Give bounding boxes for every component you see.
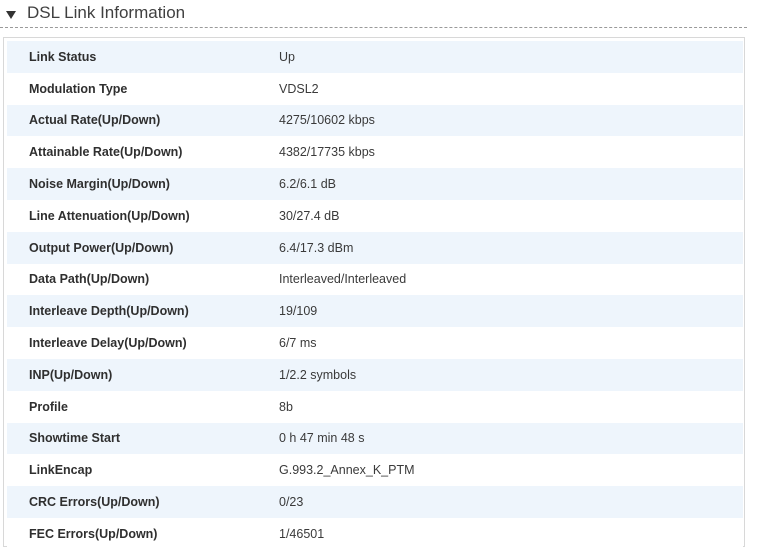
row-label: Showtime Start: [29, 431, 120, 446]
row-value: 6.2/6.1 dB: [279, 177, 336, 192]
row-label: Line Attenuation(Up/Down): [29, 208, 190, 223]
row-label: Interleave Delay(Up/Down): [29, 336, 187, 351]
row-value: Interleaved/Interleaved: [279, 272, 407, 287]
row-value: VDSL2: [279, 81, 319, 96]
row-label: Profile: [29, 399, 68, 414]
table-row: Output Power(Up/Down) 6.4/17.3 dBm: [7, 231, 743, 264]
row-value: Up: [279, 49, 295, 64]
row-value: 1/46501: [279, 526, 325, 541]
triangle-down-icon[interactable]: [5, 9, 17, 21]
row-value: 6/7 ms: [279, 336, 317, 351]
row-value: 19/109: [279, 304, 318, 319]
row-value: 6.4/17.3 dBm: [279, 240, 354, 255]
row-label: Noise Margin(Up/Down): [29, 177, 170, 192]
table-row: Data Path(Up/Down) Interleaved/Interleav…: [7, 263, 743, 296]
table-row: Modulation Type VDSL2: [7, 72, 743, 105]
row-label: Actual Rate(Up/Down): [29, 113, 161, 128]
row-value: 0/23: [279, 495, 304, 510]
row-value: G.993.2_Annex_K_PTM: [279, 463, 415, 478]
row-label: INP(Up/Down): [29, 367, 113, 382]
table-row: Noise Margin(Up/Down) 6.2/6.1 dB: [7, 168, 743, 200]
row-label: Modulation Type: [29, 81, 128, 96]
row-label: Data Path(Up/Down): [29, 272, 150, 287]
section-title: DSL Link Information: [27, 3, 186, 22]
row-value: 1/2.2 symbols: [279, 367, 357, 382]
row-label: Interleave Depth(Up/Down): [29, 304, 189, 319]
row-value: 0 h 47 min 48 s: [279, 431, 365, 446]
row-value: 4382/17735 kbps: [279, 145, 375, 160]
section-header-dsl-link-information[interactable]: DSL Link Information: [0, 0, 747, 28]
table-row: Profile 8b: [7, 390, 743, 423]
table-row: Attainable Rate(Up/Down) 4382/17735 kbps: [7, 136, 743, 169]
table-row: INP(Up/Down) 1/2.2 symbols: [7, 358, 743, 391]
row-value: 30/27.4 dB: [279, 208, 340, 223]
table-row: Line Attenuation(Up/Down) 30/27.4 dB: [7, 199, 743, 232]
row-label: Link Status: [29, 49, 97, 64]
table-row: CRC Errors(Up/Down) 0/23: [7, 486, 743, 518]
row-value: 8b: [279, 399, 293, 414]
row-label: FEC Errors(Up/Down): [29, 526, 158, 541]
table-row: Showtime Start 0 h 47 min 48 s: [7, 422, 743, 455]
table-row: Interleave Depth(Up/Down) 19/109: [7, 295, 743, 328]
table-row: LinkEncap G.993.2_Annex_K_PTM: [7, 454, 743, 487]
dsl-info-panel: Link Status Up Modulation Type VDSL2 Act…: [3, 37, 745, 550]
table-row: FEC Errors(Up/Down) 1/46501: [7, 517, 743, 550]
row-label: Output Power(Up/Down): [29, 240, 174, 255]
row-label: CRC Errors(Up/Down): [29, 495, 160, 510]
table-row: Actual Rate(Up/Down) 4275/10602 kbps: [7, 104, 743, 137]
row-value: 4275/10602 kbps: [279, 113, 375, 128]
dsl-info-table: Link Status Up Modulation Type VDSL2 Act…: [7, 41, 743, 550]
row-label: LinkEncap: [29, 463, 93, 478]
table-row: Link Status Up: [7, 41, 743, 73]
table-row: Interleave Delay(Up/Down) 6/7 ms: [7, 327, 743, 359]
row-label: Attainable Rate(Up/Down): [29, 145, 183, 160]
